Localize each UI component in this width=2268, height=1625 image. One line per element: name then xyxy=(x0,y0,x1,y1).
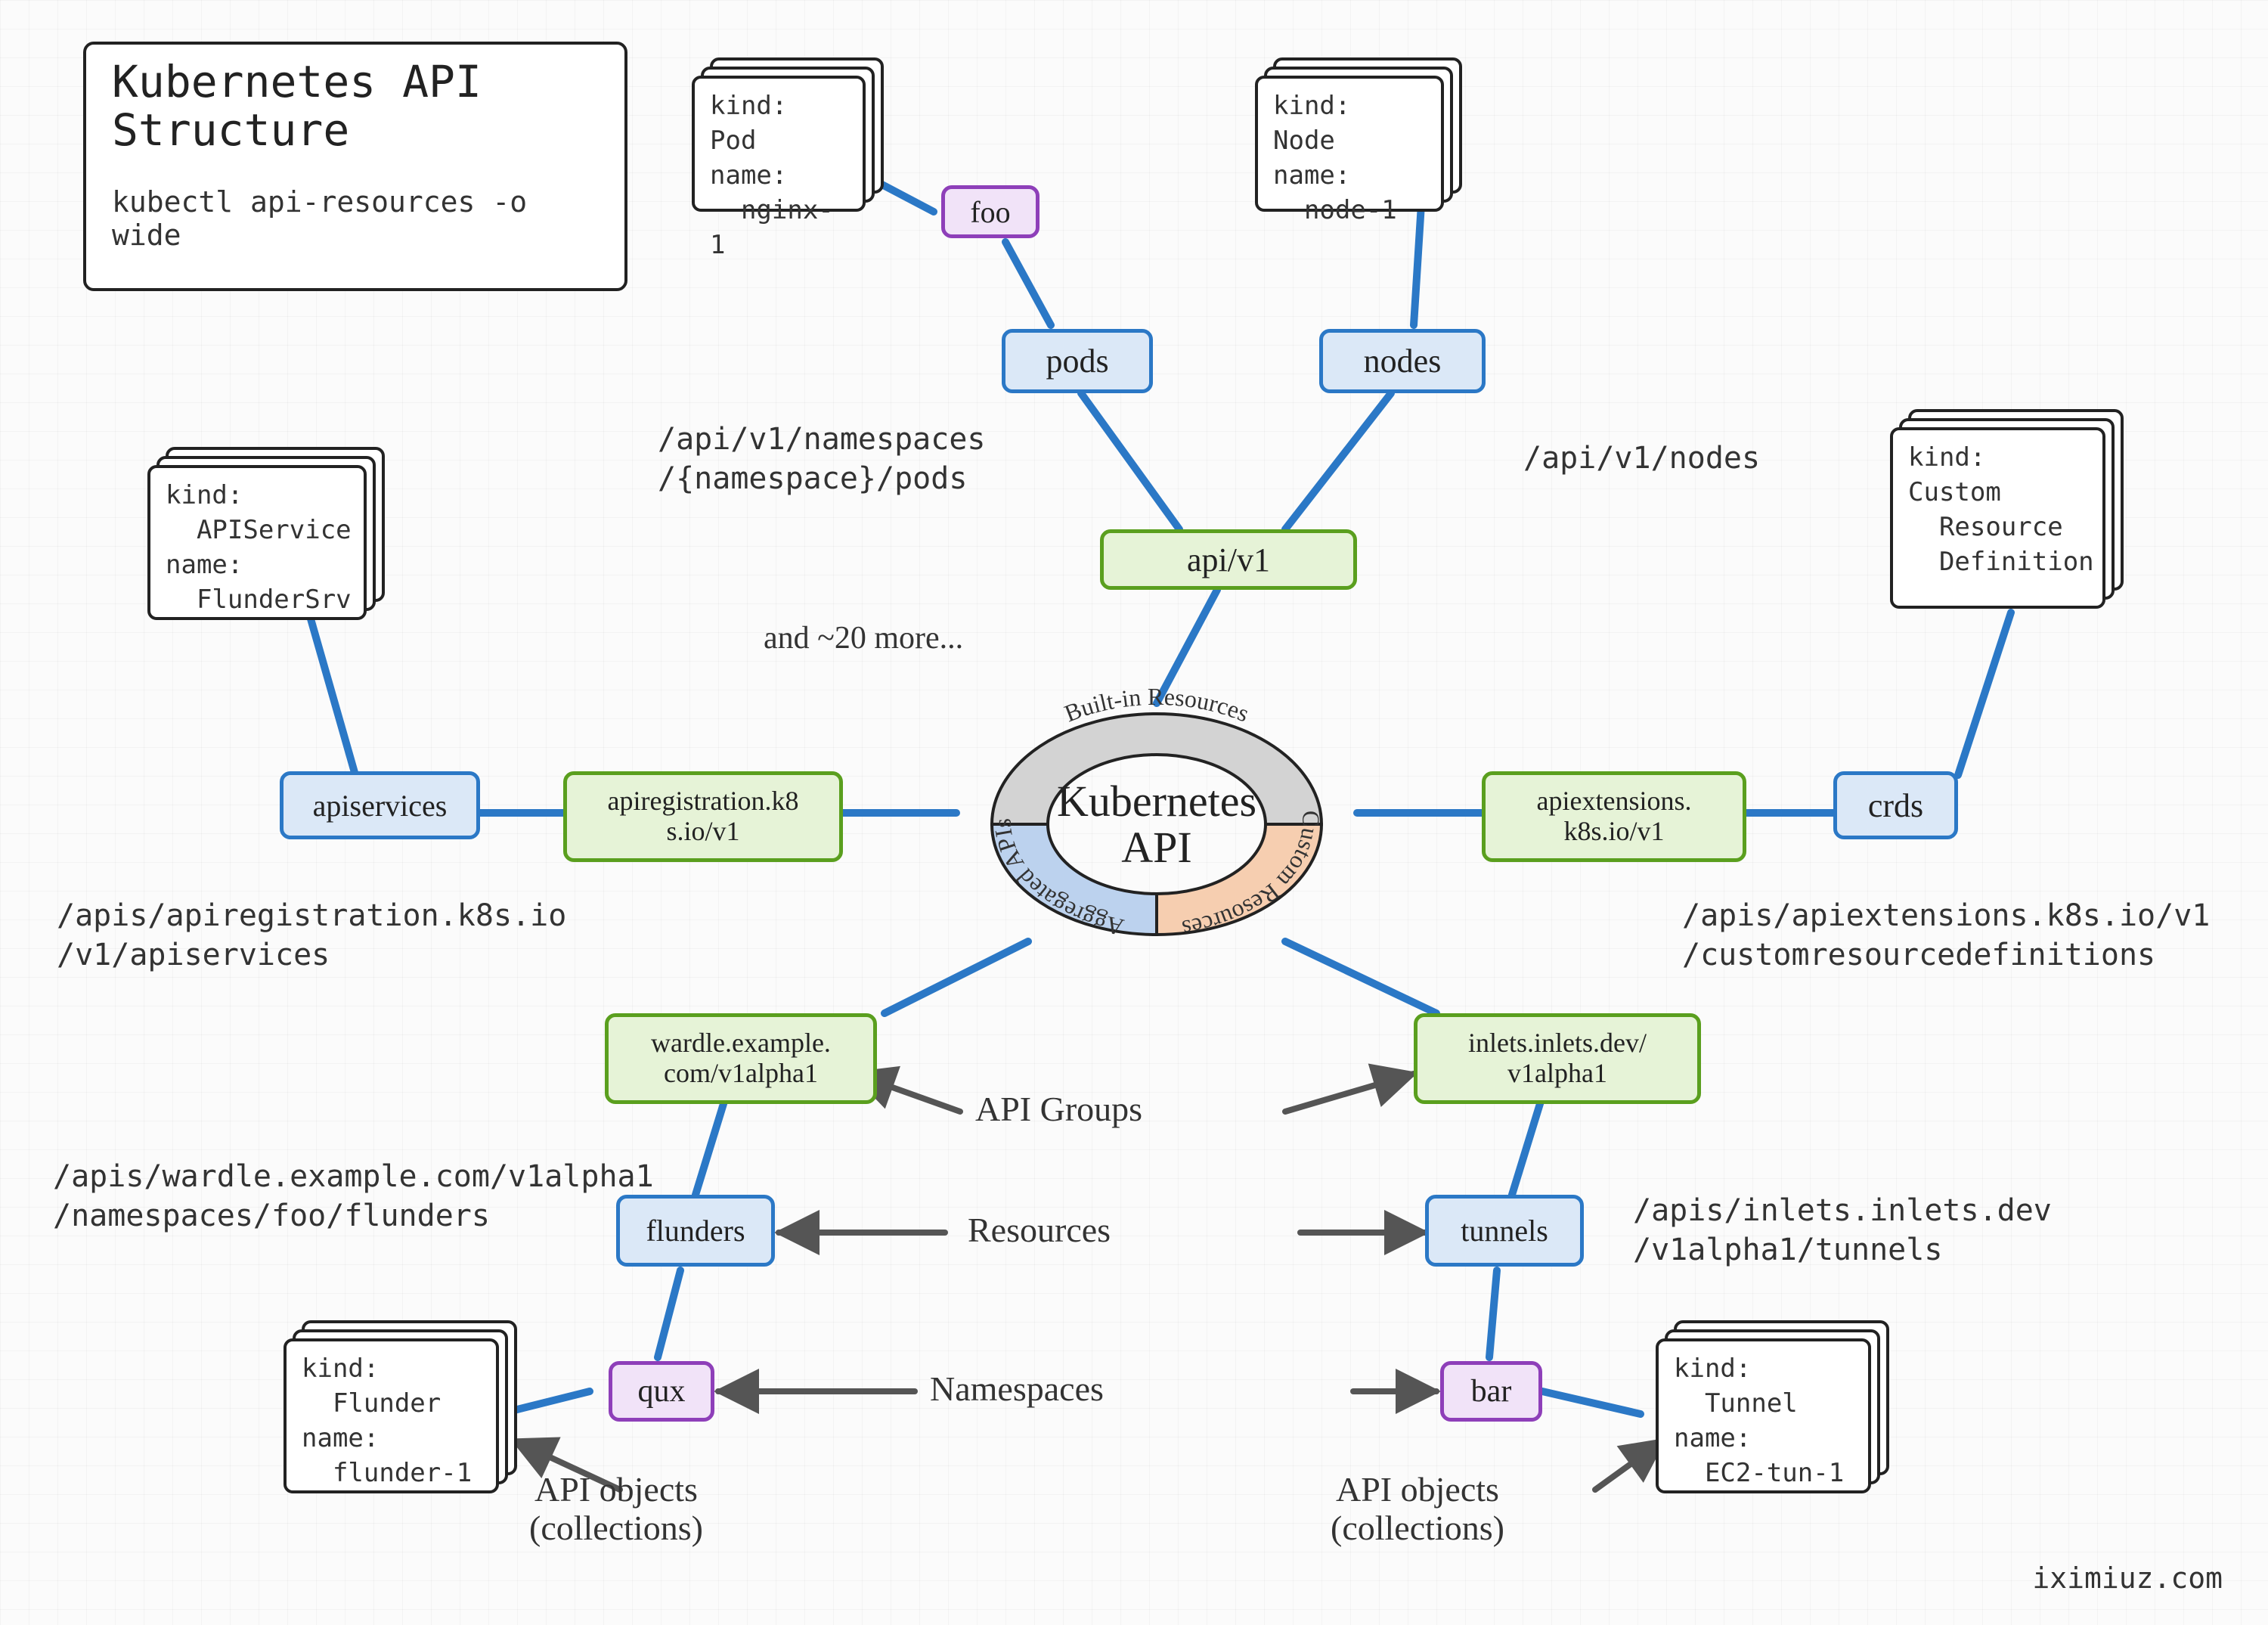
obj-node: kind: Nodename: node-1 xyxy=(1255,76,1444,212)
group-core: api/v1 xyxy=(1100,529,1357,590)
obj-apiservice: kind: APIServicename: FlunderSrv xyxy=(147,465,367,620)
resource-tunnels: tunnels xyxy=(1425,1195,1584,1267)
group-wardle: wardle.example. com/v1alpha1 xyxy=(605,1013,877,1104)
path-crds: /apis/apiextensions.k8s.io/v1 /customres… xyxy=(1682,896,2210,975)
api-ring: Built-in Resources Aggregated APIs Custo… xyxy=(945,681,1368,975)
obj-pod: kind: Podname: nginx-1 xyxy=(692,76,866,212)
path-flunders: /apis/wardle.example.com/v1alpha1 /names… xyxy=(53,1157,654,1236)
obj-flunder: kind: Flundername: flunder-1 xyxy=(284,1338,499,1493)
legend-objects-l: API objects (collections) xyxy=(529,1471,703,1547)
ns-qux: qux xyxy=(609,1361,714,1422)
path-tunnels: /apis/inlets.inlets.dev /v1alpha1/tunnel… xyxy=(1633,1191,2052,1270)
obj-crd: kind:Custom Resource Definition xyxy=(1890,427,2105,609)
title-cmd: kubectl api-resources -o wide xyxy=(112,185,599,252)
path-nodes: /api/v1/nodes xyxy=(1523,439,1760,478)
resource-pods: pods xyxy=(1002,329,1153,393)
title-text: Kubernetes API Structure xyxy=(112,58,599,155)
ring-center-label: Kubernetes API xyxy=(1051,779,1263,871)
resource-apiservices: apiservices xyxy=(280,771,480,839)
group-apireg: apiregistration.k8 s.io/v1 xyxy=(563,771,843,862)
legend-apigroups: API Groups xyxy=(975,1089,1142,1129)
legend-objects-r: API objects (collections) xyxy=(1331,1471,1504,1547)
path-apiservices: /apis/apiregistration.k8s.io /v1/apiserv… xyxy=(57,896,566,975)
path-pods: /api/v1/namespaces /{namespace}/pods xyxy=(658,420,985,498)
group-inlets: inlets.inlets.dev/ v1alpha1 xyxy=(1414,1013,1701,1104)
credit: iximiuz.com xyxy=(2032,1561,2223,1595)
legend-namespaces: Namespaces xyxy=(930,1369,1104,1409)
obj-tunnel: kind: Tunnelname: EC2-tun-1 xyxy=(1656,1338,1871,1493)
resource-crds: crds xyxy=(1833,771,1958,839)
ns-foo: foo xyxy=(941,185,1040,238)
group-apiext: apiextensions. k8s.io/v1 xyxy=(1482,771,1746,862)
legend-resources: Resources xyxy=(968,1210,1111,1250)
note-more: and ~20 more... xyxy=(764,620,963,656)
title-box: Kubernetes API Structure kubectl api-res… xyxy=(83,42,627,291)
resource-nodes: nodes xyxy=(1319,329,1486,393)
ns-bar: bar xyxy=(1440,1361,1542,1422)
